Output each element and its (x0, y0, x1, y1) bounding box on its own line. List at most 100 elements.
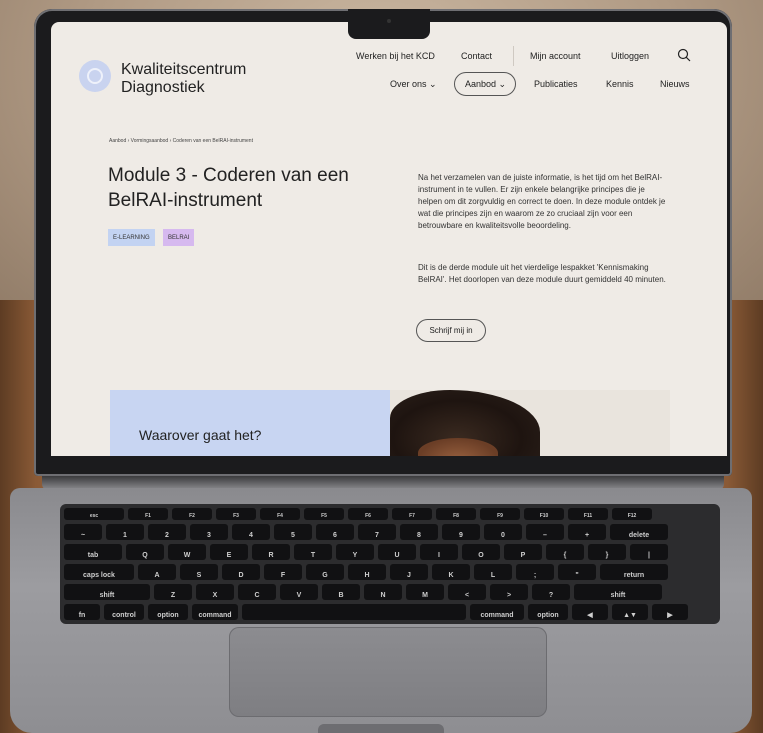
key-h[interactable]: H (348, 564, 386, 580)
key-c[interactable]: C (238, 584, 276, 600)
key-q[interactable]: Q (126, 544, 164, 560)
key-3[interactable]: 3 (190, 524, 228, 540)
key-f4[interactable]: F4 (260, 508, 300, 520)
key-m[interactable]: M (406, 584, 444, 600)
key-option-right[interactable]: option (528, 604, 568, 620)
key-2[interactable]: 2 (148, 524, 186, 540)
key-f5[interactable]: F5 (304, 508, 344, 520)
key-i[interactable]: I (420, 544, 458, 560)
key-arrow-right[interactable]: ▶ (652, 604, 688, 620)
key-1[interactable]: 1 (106, 524, 144, 540)
key-plus[interactable]: + (568, 524, 606, 540)
key-7[interactable]: 7 (358, 524, 396, 540)
key-f3[interactable]: F3 (216, 508, 256, 520)
key-f7[interactable]: F7 (392, 508, 432, 520)
tag-e-learning[interactable]: E-LEARNING (108, 229, 155, 246)
key-y[interactable]: Y (336, 544, 374, 560)
camera-notch (348, 9, 430, 39)
key-f11[interactable]: F11 (568, 508, 608, 520)
keyboard-number-row: ~ 1 2 3 4 5 6 7 8 9 0 – + delete (64, 524, 668, 540)
key-0[interactable]: 0 (484, 524, 522, 540)
key-fn[interactable]: fn (64, 604, 100, 620)
info-panel (110, 390, 390, 456)
nav-uitloggen[interactable]: Uitloggen (611, 51, 649, 61)
key-less-than[interactable]: < (448, 584, 486, 600)
key-f1[interactable]: F1 (128, 508, 168, 520)
tag-belrai[interactable]: BELRAI (163, 229, 195, 246)
key-f10[interactable]: F10 (524, 508, 564, 520)
key-e[interactable]: E (210, 544, 248, 560)
key-6[interactable]: 6 (316, 524, 354, 540)
key-f9[interactable]: F9 (480, 508, 520, 520)
key-8[interactable]: 8 (400, 524, 438, 540)
key-minus[interactable]: – (526, 524, 564, 540)
key-question[interactable]: ? (532, 584, 570, 600)
key-control[interactable]: control (104, 604, 144, 620)
key-k[interactable]: K (432, 564, 470, 580)
brand-line-2: Diagnostiek (121, 79, 205, 96)
key-n[interactable]: N (364, 584, 402, 600)
key-j[interactable]: J (390, 564, 428, 580)
key-t[interactable]: T (294, 544, 332, 560)
nav-kennis[interactable]: Kennis (606, 79, 634, 89)
key-5[interactable]: 5 (274, 524, 312, 540)
key-w[interactable]: W (168, 544, 206, 560)
key-l[interactable]: L (474, 564, 512, 580)
key-r[interactable]: R (252, 544, 290, 560)
nav-aanbod-label: Aanbod (465, 79, 497, 89)
key-x[interactable]: X (196, 584, 234, 600)
key-shift-left[interactable]: shift (64, 584, 150, 600)
nav-werken-bij[interactable]: Werken bij het KCD (356, 51, 435, 61)
key-tilde[interactable]: ~ (64, 524, 102, 540)
key-tab[interactable]: tab (64, 544, 122, 560)
site-brand-name[interactable]: Kwaliteitscentrum Diagnostiek (121, 61, 246, 97)
key-z[interactable]: Z (154, 584, 192, 600)
nav-nieuws[interactable]: Nieuws (660, 79, 690, 89)
chevron-down-icon: ⌄ (498, 79, 507, 89)
key-p[interactable]: P (504, 544, 542, 560)
key-caps-lock[interactable]: caps lock (64, 564, 134, 580)
key-s[interactable]: S (180, 564, 218, 580)
nav-aanbod[interactable]: Aanbod ⌄ (465, 79, 506, 90)
key-option-left[interactable]: option (148, 604, 188, 620)
key-9[interactable]: 9 (442, 524, 480, 540)
keyboard-modifier-row: fn control option command command option… (64, 604, 688, 620)
key-close-brace[interactable]: } (588, 544, 626, 560)
key-u[interactable]: U (378, 544, 416, 560)
key-command-right[interactable]: command (470, 604, 524, 620)
key-space[interactable] (242, 604, 466, 620)
key-arrow-left[interactable]: ◀ (572, 604, 608, 620)
kcd-logo-icon[interactable] (79, 60, 111, 92)
key-d[interactable]: D (222, 564, 260, 580)
key-quote[interactable]: " (558, 564, 596, 580)
nav-over-ons[interactable]: Over ons ⌄ (390, 79, 437, 90)
breadcrumb[interactable]: Aanbod › Vormingsaanbod › Coderen van ee… (109, 138, 253, 144)
key-delete[interactable]: delete (610, 524, 668, 540)
key-f12[interactable]: F12 (612, 508, 652, 520)
enroll-button[interactable]: Schrijf mij in (416, 319, 486, 342)
key-return[interactable]: return (600, 564, 668, 580)
key-esc[interactable]: esc (64, 508, 124, 520)
key-a[interactable]: A (138, 564, 176, 580)
key-open-brace[interactable]: { (546, 544, 584, 560)
nav-mijn-account[interactable]: Mijn account (530, 51, 581, 61)
nav-publicaties[interactable]: Publicaties (534, 79, 578, 89)
key-4[interactable]: 4 (232, 524, 270, 540)
key-f2[interactable]: F2 (172, 508, 212, 520)
key-semicolon[interactable]: ; (516, 564, 554, 580)
key-o[interactable]: O (462, 544, 500, 560)
key-shift-right[interactable]: shift (574, 584, 662, 600)
key-f8[interactable]: F8 (436, 508, 476, 520)
key-b[interactable]: B (322, 584, 360, 600)
trackpad[interactable] (229, 627, 547, 717)
key-pipe[interactable]: | (630, 544, 668, 560)
key-f[interactable]: F (264, 564, 302, 580)
search-icon[interactable] (677, 48, 691, 62)
key-g[interactable]: G (306, 564, 344, 580)
key-greater-than[interactable]: > (490, 584, 528, 600)
nav-contact[interactable]: Contact (461, 51, 492, 61)
key-f6[interactable]: F6 (348, 508, 388, 520)
key-v[interactable]: V (280, 584, 318, 600)
key-command-left[interactable]: command (192, 604, 238, 620)
key-arrow-up-down[interactable]: ▲▼ (612, 604, 648, 620)
